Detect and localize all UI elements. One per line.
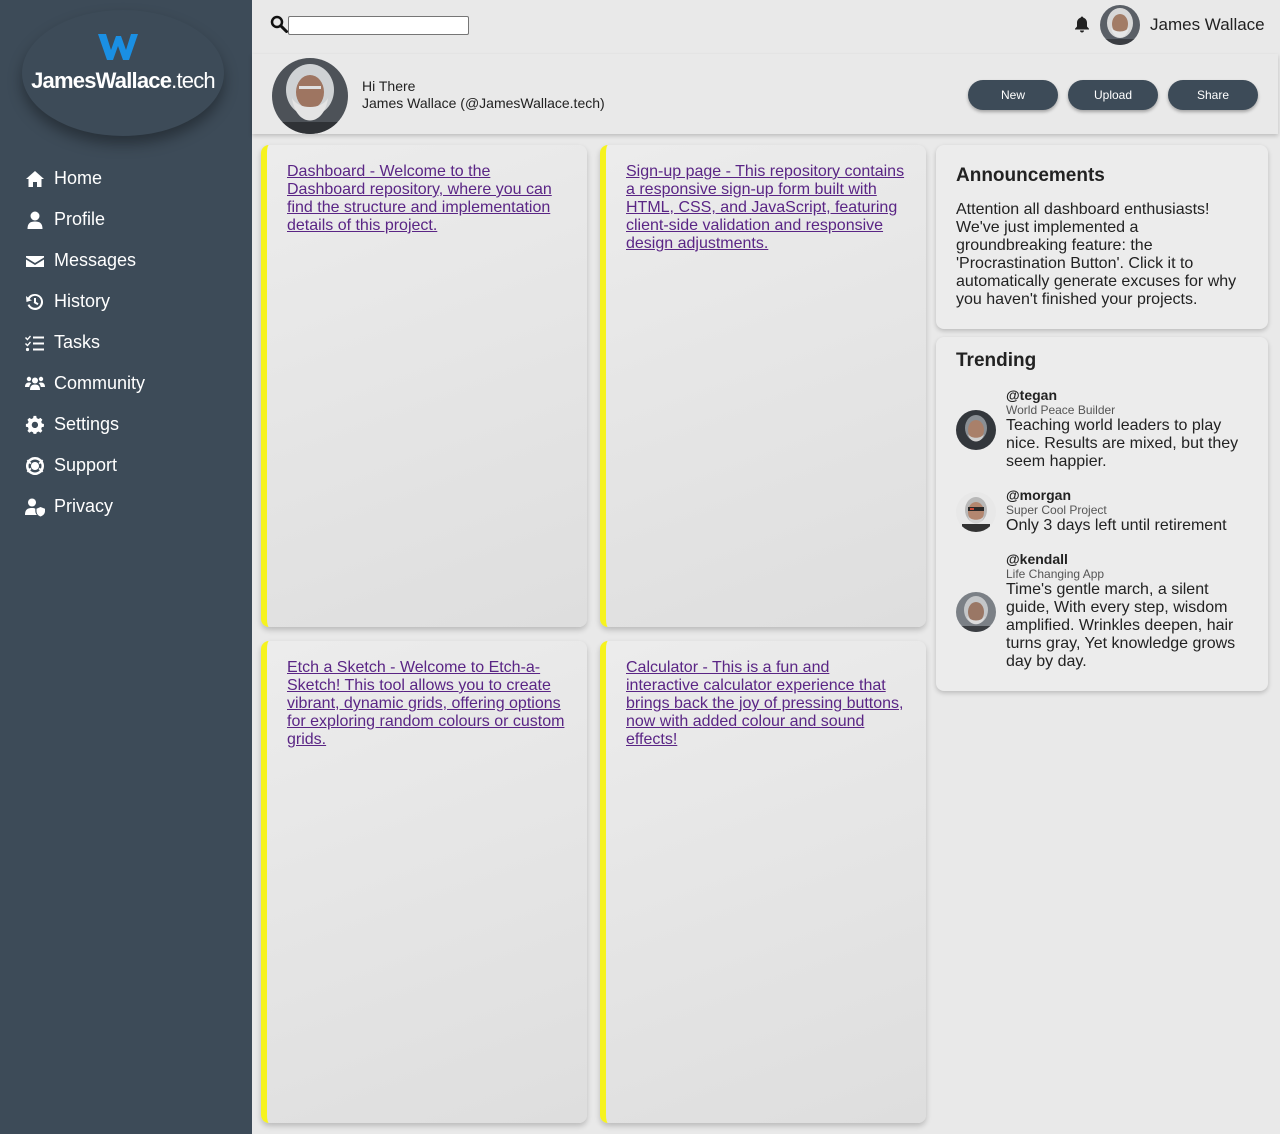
announcement-text: Attention all dashboard enthusiasts! We'… [956,201,1237,308]
trending-item[interactable]: @kendall Life Changing App Time's gentle… [956,551,1256,681]
trending-handle[interactable]: @morgan [1006,487,1246,503]
logo-w-icon [98,34,138,60]
sidebar: JamesWallace.tech Home Profile Messages … [0,0,252,1134]
trending-project: Super Cool Project [1006,503,1107,517]
header-user-name[interactable]: James Wallace [1150,15,1265,35]
sidebar-item-support[interactable]: Support [0,445,252,486]
avatar [956,492,996,532]
share-button[interactable]: Share [1168,80,1258,110]
sidebar-item-label: Messages [54,250,137,270]
sidebar-item-label: Tasks [54,332,101,352]
gear-icon [24,414,46,436]
trending-body: @kendall Life Changing App Time's gentle… [1006,551,1246,671]
trending-handle[interactable]: @tegan [1006,387,1246,403]
project-link[interactable]: Etch a Sketch - Welcome to Etch-a-Sketch… [287,659,567,749]
avatar [956,592,996,632]
trending-title: Trending [956,350,1037,371]
sidebar-item-label: History [54,291,111,311]
greeting-text: Hi There [362,78,416,94]
search-icon[interactable] [270,15,288,33]
project-link[interactable]: Dashboard - Welcome to the Dashboard rep… [287,163,567,235]
tasks-icon [24,332,46,354]
sidebar-item-label: Profile [54,209,106,229]
avatar-image [956,492,996,532]
project-link[interactable]: Sign-up page - This repository contains … [626,163,906,253]
trending-handle[interactable]: @kendall [1006,551,1246,567]
top-header: James Wallace [252,0,1280,50]
sidebar-item-community[interactable]: Community [0,363,252,404]
project-link[interactable]: Calculator - This is a fun and interacti… [626,659,906,749]
lifebuoy-icon [24,455,46,477]
sidebar-item-messages[interactable]: Messages [0,240,252,281]
history-icon [24,291,46,313]
logo[interactable]: JamesWallace.tech [22,10,224,136]
sidebar-nav: Home Profile Messages History Tasks Comm… [0,158,252,527]
sidebar-item-label: Settings [54,414,120,434]
sidebar-item-label: Support [54,455,118,475]
home-icon [24,168,46,190]
envelope-icon [24,250,46,272]
trending-text: Time's gentle march, a silent guide, Wit… [1006,581,1236,670]
sidebar-item-history[interactable]: History [0,281,252,322]
community-icon [24,373,46,395]
user-handle-text: James Wallace (@JamesWallace.tech) [362,95,605,111]
sidebar-item-privacy[interactable]: Privacy [0,486,252,527]
sidebar-item-profile[interactable]: Profile [0,199,252,240]
announcements-panel: Announcements Attention all dashboard en… [936,145,1268,329]
project-card: Sign-up page - This repository contains … [600,145,926,627]
new-button[interactable]: New [968,80,1058,110]
logo-text: JamesWallace.tech [22,68,224,94]
welcome-bar: Hi There James Wallace (@JamesWallace.te… [252,54,1278,134]
avatar-image [956,592,996,632]
profile-avatar [272,58,348,134]
sidebar-item-label: Community [54,373,146,393]
sidebar-item-tasks[interactable]: Tasks [0,322,252,363]
project-card: Etch a Sketch - Welcome to Etch-a-Sketch… [261,641,587,1123]
upload-button[interactable]: Upload [1068,80,1158,110]
trending-item[interactable]: @tegan World Peace Builder Teaching worl… [956,387,1256,477]
sidebar-item-home[interactable]: Home [0,158,252,199]
avatar-image [956,410,996,450]
sidebar-item-label: Privacy [54,496,114,516]
sidebar-item-settings[interactable]: Settings [0,404,252,445]
user-shield-icon [24,496,46,518]
trending-text: Only 3 days left until retirement [1006,517,1227,534]
avatar [956,410,996,450]
search-input[interactable] [288,16,469,35]
sidebar-item-label: Home [54,168,103,188]
trending-text: Teaching world leaders to play nice. Res… [1006,417,1239,470]
trending-project: World Peace Builder [1006,403,1116,417]
project-card: Dashboard - Welcome to the Dashboard rep… [261,145,587,627]
header-avatar[interactable] [1100,5,1140,45]
trending-item[interactable]: @morgan Super Cool Project Only 3 days l… [956,487,1256,537]
logo-text-bold: JamesWallace [31,68,172,93]
project-card: Calculator - This is a fun and interacti… [600,641,926,1123]
announcements-title: Announcements [956,165,1105,186]
avatar-image [272,58,348,134]
logo-text-thin: .tech [171,68,215,93]
user-icon [24,209,46,231]
bell-icon[interactable] [1074,15,1090,33]
trending-body: @tegan World Peace Builder Teaching worl… [1006,387,1246,471]
trending-body: @morgan Super Cool Project Only 3 days l… [1006,487,1246,535]
trending-project: Life Changing App [1006,567,1105,581]
avatar-image [1100,5,1140,45]
trending-panel: Trending @tegan World Peace Builder Teac… [936,337,1268,691]
